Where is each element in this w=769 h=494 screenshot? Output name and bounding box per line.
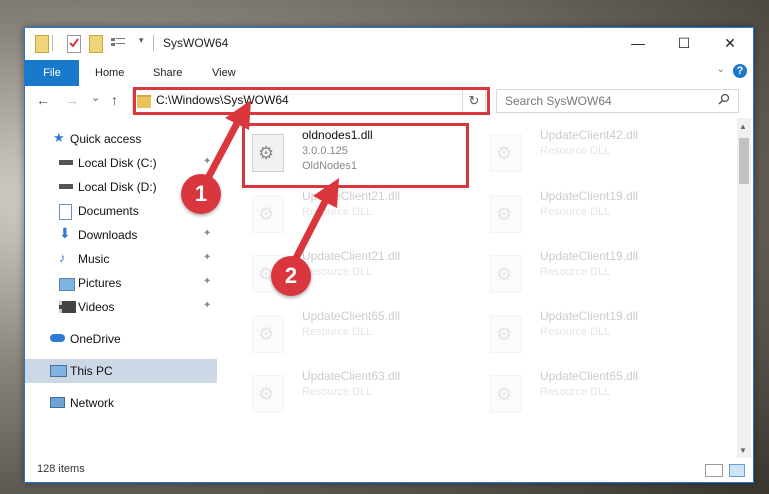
step-badge-1: 1	[181, 174, 221, 214]
explorer-window: ▾ SysWOW64 — ☐ ✕ File Home Share View ⌄ …	[24, 27, 754, 483]
annotation-arrows	[203, 100, 339, 262]
step-badge-2: 2	[271, 256, 311, 296]
